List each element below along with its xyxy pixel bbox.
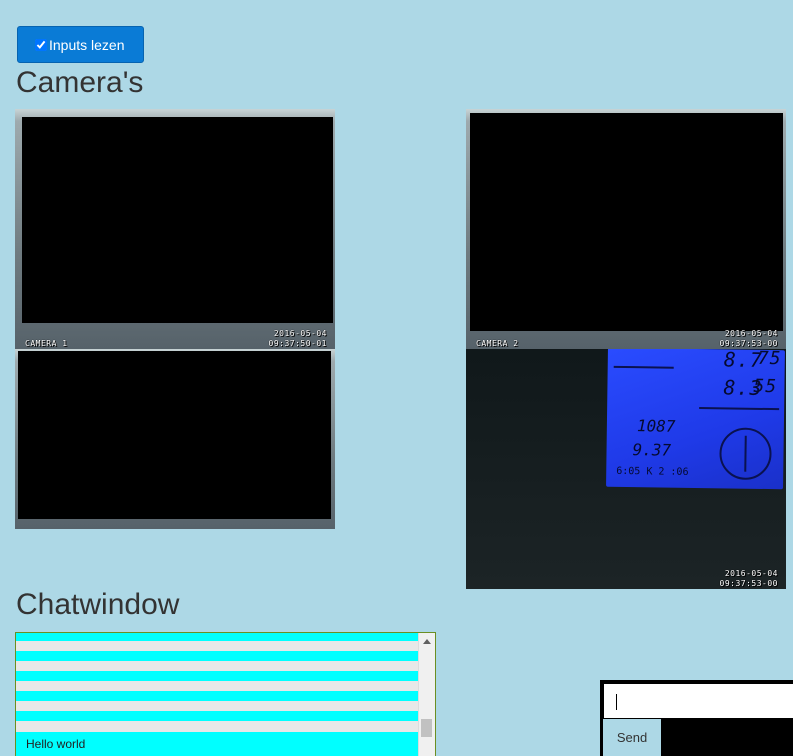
chat-row	[16, 711, 418, 721]
chat-message: Hello world	[16, 732, 418, 756]
chat-row	[16, 633, 418, 641]
camera-4-time: 09:37:53-00	[719, 579, 778, 588]
lcd-pressure: 1087	[636, 416, 676, 436]
camera-2-blackout	[470, 113, 783, 331]
camera-1-label: CAMERA 1	[25, 339, 68, 348]
inputs-lezen-label: Inputs lezen	[49, 36, 125, 53]
text-caret	[616, 694, 617, 710]
inputs-lezen-button[interactable]: Inputs lezen	[17, 26, 144, 63]
camera-2-date: 2016-05-04	[724, 329, 778, 338]
lcd-divider	[699, 407, 780, 411]
lcd-divider	[613, 365, 674, 369]
chat-row	[16, 671, 418, 681]
chat-heading: Chatwindow	[16, 588, 180, 621]
chat-compose: Send	[600, 680, 793, 756]
camera-4-date: 2016-05-04	[724, 569, 778, 578]
inputs-lezen-checkbox[interactable]	[35, 38, 47, 51]
cameras-heading: Camera's	[16, 66, 144, 99]
chat-scrollbar[interactable]	[418, 633, 435, 756]
camera-2-label: CAMERA 2	[476, 339, 519, 348]
camera-2-feed: CAMERA 2 2016-05-04 09:37:53-00	[466, 109, 786, 349]
camera-3-feed	[15, 349, 335, 529]
lcd-temp-top2: 75	[757, 349, 782, 370]
scrollbar-thumb[interactable]	[421, 719, 432, 737]
camera-2-time: 09:37:53-00	[719, 339, 778, 348]
chat-row	[16, 651, 418, 661]
camera-1-blackout	[22, 117, 333, 323]
chat-message-input[interactable]	[604, 684, 793, 718]
scroll-up-icon[interactable]	[423, 639, 431, 644]
camera-1-time: 09:37:50-01	[268, 339, 327, 348]
chat-row	[16, 691, 418, 701]
lcd-value2: 9.37	[632, 440, 672, 460]
lcd-temp-mid2: 55	[753, 375, 778, 398]
wind-compass-dial	[719, 427, 772, 481]
send-button[interactable]: Send	[603, 719, 661, 756]
camera-1-feed: CAMERA 1 2016-05-04 09:37:50-01	[15, 109, 335, 349]
compass-needle	[744, 435, 747, 472]
camera-1-date: 2016-05-04	[273, 329, 327, 338]
weather-station-lcd: 8.7 75 8.3 55 1087 9.37 6:05 K 2 :06	[606, 349, 785, 490]
lcd-bottom-readout: 6:05 K 2 :06	[616, 465, 689, 478]
chat-window[interactable]: Hello world	[15, 632, 436, 756]
camera-4-feed: 8.7 75 8.3 55 1087 9.37 6:05 K 2 :06 201…	[466, 349, 786, 589]
camera-3-blackout	[18, 351, 331, 519]
